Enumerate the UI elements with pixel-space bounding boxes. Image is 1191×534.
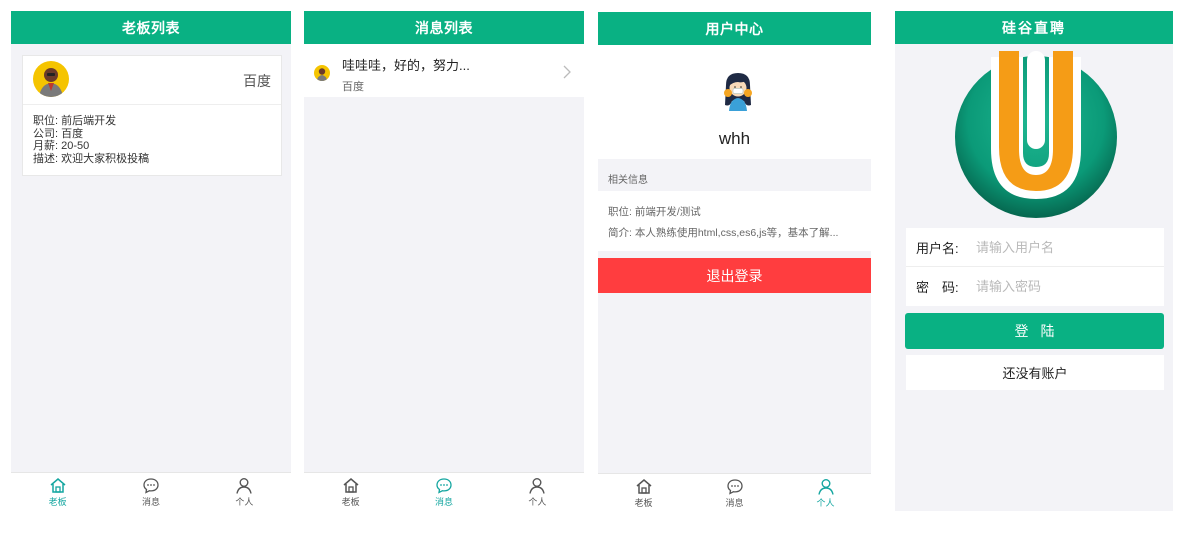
user-intro: 简介: 本人熟练使用html,css,es6,js等，基本了解... [608,227,839,239]
page-title: 用户中心 [598,12,871,45]
message-preview: 哇哇哇，好的，努力... [342,58,470,73]
message-list-screen: 消息列表 哇哇哇，好的，努力... 百度 老板 消息 个人 [304,11,584,511]
tab-personal[interactable]: 个人 [780,474,871,512]
home-icon [636,478,651,494]
tab-bar: 老板 消息 个人 [304,472,584,511]
user-icon [817,478,834,495]
tab-boss[interactable]: 老板 [304,473,397,511]
tab-message[interactable]: 消息 [397,473,490,511]
tab-label: 老板 [341,496,360,507]
user-info: 职位: 前端开发/测试 简介: 本人熟练使用html,css,es6,js等，基… [598,191,871,251]
tab-label: 个人 [816,497,835,508]
home-icon [50,477,66,493]
login-form: 用户名: 密 码: [906,228,1164,306]
chat-icon [143,477,159,494]
chat-icon [436,477,452,494]
list-item[interactable]: 哇哇哇，好的，努力... 百度 [304,44,584,97]
username-row: 用户名: [906,228,1164,267]
section-label: 相关信息 [608,175,648,186]
tab-message[interactable]: 消息 [689,474,780,512]
boss-avatar [33,61,69,97]
page-title: 硅谷直聘 [895,11,1173,44]
boss-description: 描述: 欢迎大家积极投稿 [33,152,150,165]
login-screen: 硅谷直聘 用户名: 密 码: 登陆 还没有账户 [895,11,1173,511]
user-icon [236,477,252,494]
logout-button[interactable]: 退出登录 [598,258,871,293]
tab-personal[interactable]: 个人 [198,473,291,511]
user-position: 职位: 前端开发/测试 [608,206,701,218]
app-logo [955,51,1117,218]
page-title: 消息列表 [304,11,584,44]
boss-card-header: 百度 [23,56,281,105]
username-label: 用户名: [916,240,959,256]
sender-avatar [314,65,330,81]
message-sender: 百度 [342,81,364,93]
chat-icon [726,478,743,495]
boss-salary: 月薪: 20-50 [33,140,90,152]
password-input[interactable] [974,277,1148,295]
chevron-right-icon [563,65,571,79]
boss-company-line: 公司: 百度 [33,127,84,140]
tab-label: 个人 [235,496,254,507]
tab-message[interactable]: 消息 [104,473,197,511]
tab-label: 消息 [434,496,453,507]
boss-list-screen: 老板列表 百度 职位: 前后端开发 公司: 百度 月薪: 20-50 描述: 欢… [11,11,291,511]
tab-boss[interactable]: 老板 [598,474,689,512]
login-button[interactable]: 登陆 [905,313,1164,349]
username: whh [718,129,751,148]
tab-label: 个人 [528,496,547,507]
tab-personal[interactable]: 个人 [491,473,584,511]
password-row: 密 码: [906,267,1164,305]
password-label: 密 码: [916,279,959,295]
home-icon [343,477,359,493]
boss-company: 百度 [243,73,271,89]
user-center-screen: 用户中心 whh 相关信息 职位: 前端开发/测试 简介: 本人熟练使用html… [598,12,871,512]
boss-details: 职位: 前后端开发 公司: 百度 月薪: 20-50 描述: 欢迎大家积极投稿 [23,105,281,165]
user-icon [529,477,545,494]
register-link[interactable]: 还没有账户 [906,355,1164,390]
tab-bar: 老板 消息 个人 [11,472,291,511]
tab-label: 消息 [725,497,744,508]
user-avatar [724,73,752,111]
tab-label: 老板 [634,497,653,508]
tab-label: 老板 [48,496,67,507]
tab-boss[interactable]: 老板 [11,473,104,511]
page-title: 老板列表 [11,11,291,44]
boss-card[interactable]: 百度 职位: 前后端开发 公司: 百度 月薪: 20-50 描述: 欢迎大家积极… [22,55,282,176]
tab-bar: 老板 消息 个人 [598,473,871,512]
tab-label: 消息 [141,496,160,507]
username-input[interactable] [974,238,1148,256]
boss-position: 职位: 前后端开发 [33,115,117,127]
profile-header: whh [598,45,871,159]
